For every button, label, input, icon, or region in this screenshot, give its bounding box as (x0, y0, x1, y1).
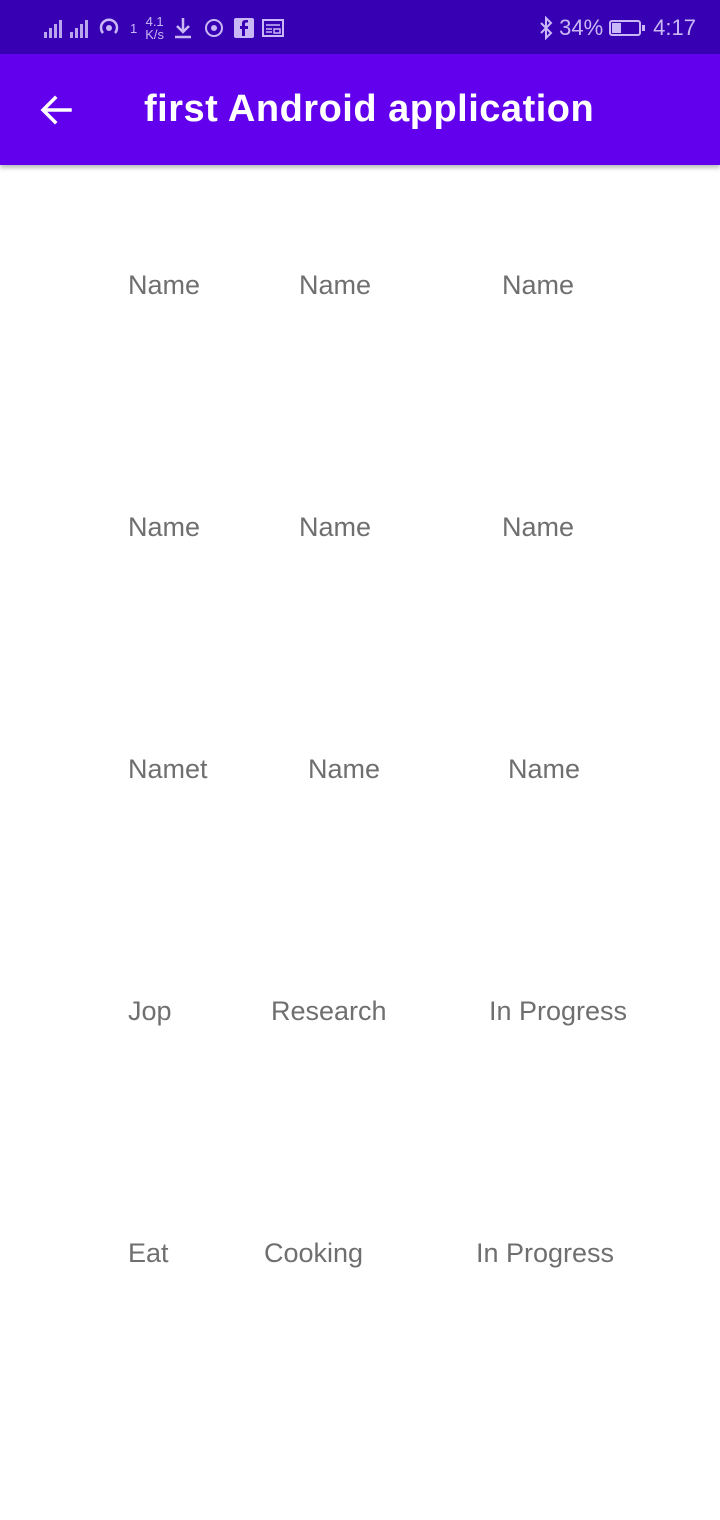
status-right-icons: 34% 4:17 (539, 10, 696, 46)
grid-cell: Namet (128, 754, 208, 784)
clock: 4:17 (653, 15, 696, 40)
grid-cell: Cooking (264, 1238, 364, 1268)
page-title: first Android application (144, 88, 595, 130)
facebook-icon (234, 18, 255, 38)
grid-cell: Name (128, 270, 201, 300)
grid-cell: Name (299, 512, 372, 542)
grid-cell: Jop (128, 996, 172, 1026)
grid-cell: Name (508, 754, 581, 784)
battery-percent: 34% (559, 15, 604, 40)
network-speed: 4.1 K/s (145, 15, 164, 41)
grid-cell: Name (308, 754, 381, 784)
grid-cell: In Progress (489, 996, 628, 1026)
grid-cell: Name (299, 270, 372, 300)
battery-icon (609, 20, 646, 36)
sim-badge: 1 (130, 20, 138, 36)
news-icon (262, 18, 285, 38)
grid-cell: Name (128, 512, 201, 542)
status-bar: 1 4.1 K/s 34% 4:17 (0, 0, 720, 54)
hotspot-icon (96, 15, 122, 41)
battery-fill (612, 23, 622, 33)
grid-cell: Name (502, 270, 575, 300)
status-left-icons: 1 4.1 K/s (44, 10, 285, 46)
grid-cell: Name (502, 512, 575, 542)
grid-cell: Research (271, 996, 387, 1026)
bluetooth-icon (539, 16, 553, 40)
download-icon (172, 16, 194, 40)
grid-cell: Eat (128, 1238, 169, 1268)
signal-icon (70, 18, 88, 38)
network-speed-unit: K/s (145, 27, 165, 42)
app-bar: first Android application (0, 54, 720, 165)
back-button[interactable] (24, 78, 88, 142)
arrow-left-icon (40, 95, 72, 125)
no-signal-icon (44, 18, 62, 38)
grid-cell: In Progress (476, 1238, 615, 1268)
wifi-hotspot-icon (202, 16, 226, 40)
